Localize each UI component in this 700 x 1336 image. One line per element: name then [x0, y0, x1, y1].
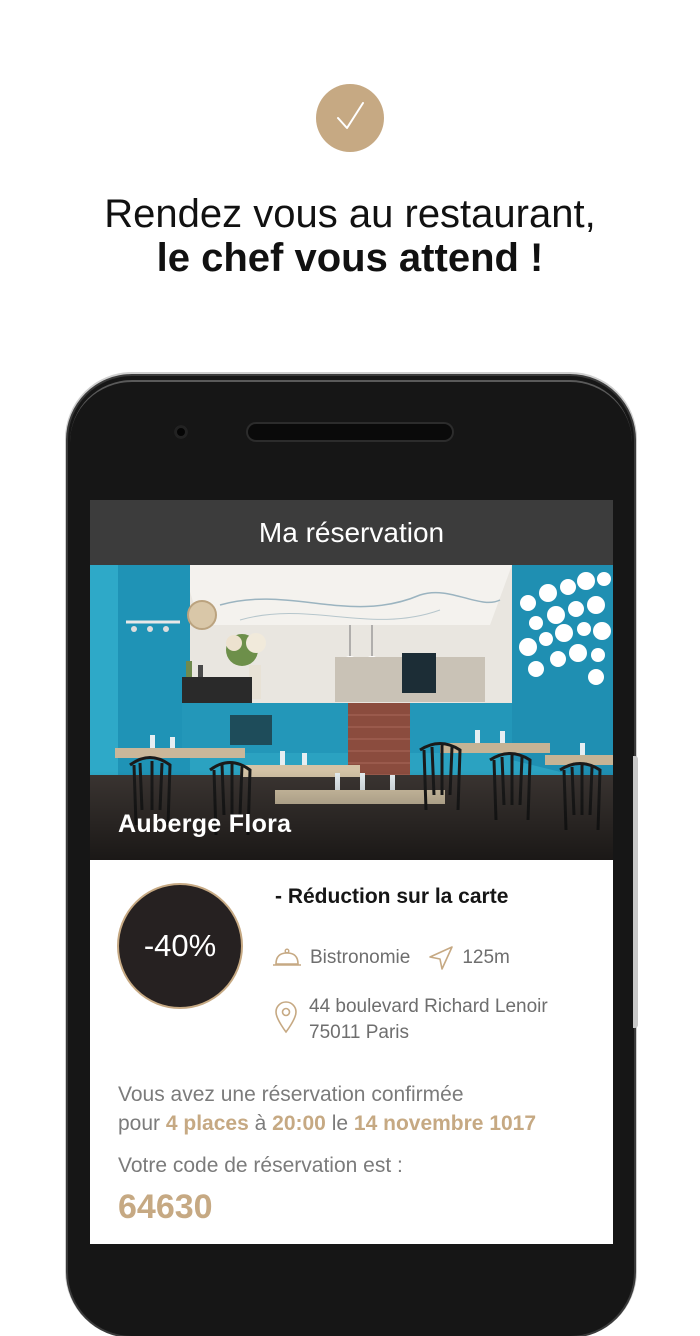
reservation-summary: Vous avez une réservation confirmée pour…	[118, 1080, 536, 1138]
reservation-time: 20:00	[272, 1112, 326, 1135]
address-street: 44 boulevard Richard Lenoir	[309, 996, 548, 1017]
restaurant-address: 44 boulevard Richard Lenoir 75011 Paris	[309, 994, 548, 1046]
restaurant-meta: Bistronomie 125m	[272, 944, 510, 972]
app-screen: Ma réservation Auberge Flora -40% - Rédu…	[90, 500, 613, 1244]
map-pin-icon	[275, 1001, 297, 1034]
reservation-line-1: Vous avez une réservation confirmée	[118, 1083, 464, 1106]
text-a: à	[254, 1112, 267, 1135]
text-pour: pour	[118, 1112, 161, 1135]
restaurant-name: Auberge Flora	[118, 810, 292, 838]
restaurant-photo: Auberge Flora	[90, 565, 613, 860]
cuisine-label: Bistronomie	[310, 947, 411, 968]
phone-side-button	[633, 756, 638, 1028]
reservation-date: 14 novembre 1017	[353, 1112, 537, 1135]
app-header-title: Ma réservation	[90, 500, 613, 565]
navigation-arrow-icon	[429, 946, 454, 970]
phone-speaker	[248, 424, 452, 440]
headline-line-2: le chef vous attend !	[156, 236, 544, 280]
distance-label: 125m	[462, 947, 510, 968]
cloche-icon	[273, 948, 301, 966]
reservation-code-label: Votre code de réservation est :	[118, 1154, 403, 1177]
reservation-places: 4 places	[165, 1112, 249, 1135]
front-camera	[174, 425, 188, 439]
check-badge	[316, 84, 384, 152]
phone-edge-highlight	[70, 380, 632, 502]
text-le: le	[331, 1112, 349, 1135]
reservation-line-2: pour 4 places à 20:00 le 14 novembre 101…	[118, 1109, 536, 1138]
discount-badge: -40%	[117, 883, 243, 1009]
reservation-code: 64630	[118, 1188, 213, 1226]
offer-title: - Réduction sur la carte	[275, 885, 509, 908]
checkmark-icon	[337, 102, 364, 129]
address-city: 75011 Paris	[309, 1022, 409, 1043]
